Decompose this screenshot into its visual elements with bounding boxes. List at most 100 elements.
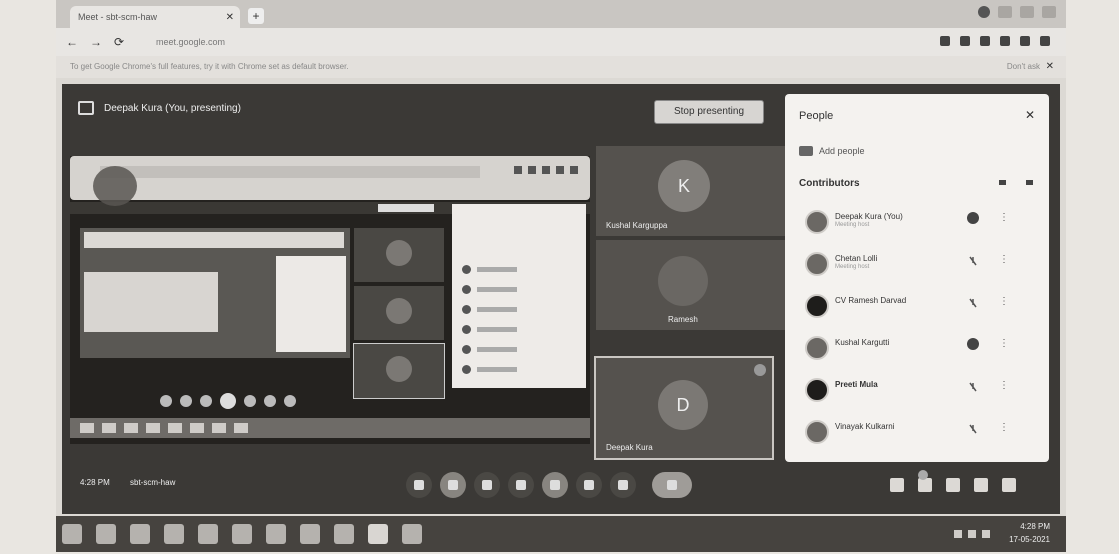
app-icon[interactable] <box>334 524 354 544</box>
close-people-icon[interactable]: ✕ <box>1025 108 1035 122</box>
info-icon[interactable] <box>890 478 904 492</box>
more-options-icon[interactable]: ⋮ <box>999 380 1009 391</box>
address-bar[interactable]: meet.google.com <box>156 34 856 50</box>
more-options-button[interactable] <box>610 472 636 498</box>
volume-icon[interactable] <box>982 530 990 538</box>
meeting-code: sbt-scm-haw <box>130 478 176 487</box>
presenting-label: Deepak Kura (You, presenting) <box>104 102 241 114</box>
participant-row[interactable]: Preeti Mula ⋮ <box>799 374 1035 402</box>
participant-row[interactable]: Vinayak Kulkarni ⋮ <box>799 416 1035 444</box>
chevron-up-icon[interactable] <box>954 530 962 538</box>
chat-icon[interactable] <box>946 478 960 492</box>
participant-avatar <box>805 252 829 276</box>
participant-tile-deepak[interactable]: D Deepak Kura <box>594 356 774 460</box>
raise-hand-button[interactable] <box>576 472 602 498</box>
windows-start-icon[interactable] <box>62 524 82 544</box>
add-people-button[interactable]: Add people <box>799 146 865 156</box>
chevron-up-icon[interactable] <box>999 180 1006 185</box>
profile-icon[interactable] <box>978 6 990 18</box>
participant-avatar <box>805 336 829 360</box>
store-icon[interactable] <box>198 524 218 544</box>
extension-icon[interactable] <box>980 36 990 46</box>
shared-people-row <box>462 284 572 294</box>
shared-people-row <box>462 264 572 274</box>
more-options-icon[interactable]: ⋮ <box>999 338 1009 349</box>
extension-icon[interactable] <box>1040 36 1050 46</box>
forward-button[interactable]: → <box>90 35 102 49</box>
participant-tile-kushal[interactable]: K Kushal Karguppa <box>596 146 786 236</box>
people-title: People <box>799 110 834 122</box>
participant-row[interactable]: Chetan Lolli Meeting host ⋮ <box>799 248 1035 276</box>
shared-icon <box>514 166 522 174</box>
shared-control <box>200 395 212 407</box>
shared-control <box>264 395 276 407</box>
more-options-icon[interactable]: ⋮ <box>999 254 1009 265</box>
app-icon[interactable] <box>266 524 286 544</box>
participant-avatar <box>805 210 829 234</box>
hand-icon <box>584 480 594 490</box>
maximize-button[interactable] <box>1020 6 1034 18</box>
desktop-screen: Meet - sbt-scm-haw ✕ + ← → ⟳ meet.google… <box>56 0 1066 552</box>
shared-tile <box>354 228 444 282</box>
collapse-icon[interactable] <box>1026 180 1033 185</box>
participant-role: Meeting host <box>835 264 870 270</box>
camera-button[interactable] <box>440 472 466 498</box>
people-count-badge <box>918 470 928 480</box>
clock[interactable]: 4:28 PM 17-05-2021 <box>1009 520 1050 546</box>
browser-toolbar: ← → ⟳ meet.google.com <box>56 28 1066 56</box>
participant-tile-ramesh[interactable]: Ramesh <box>596 240 786 330</box>
shared-icon <box>556 166 564 174</box>
new-tab-button[interactable]: + <box>248 8 264 24</box>
meeting-time: 4:28 PM <box>80 478 110 487</box>
search-icon[interactable] <box>96 524 116 544</box>
network-icon[interactable] <box>968 530 976 538</box>
infobar-dont-ask[interactable]: Don't ask <box>1007 56 1040 78</box>
shared-avatar <box>462 284 471 294</box>
file-explorer-icon[interactable] <box>164 524 184 544</box>
shared-avatar <box>386 298 412 324</box>
shared-extension-icons <box>514 166 578 174</box>
app-icon[interactable] <box>232 524 252 544</box>
participant-avatar <box>658 256 708 306</box>
extension-icon[interactable] <box>960 36 970 46</box>
participant-row[interactable]: Deepak Kura (You) Meeting host ⋮ <box>799 206 1035 234</box>
extension-icon[interactable] <box>1020 36 1030 46</box>
participant-row[interactable]: Kushal Kargutti ⋮ <box>799 332 1035 360</box>
app-icon[interactable] <box>300 524 320 544</box>
activities-icon[interactable] <box>974 478 988 492</box>
pin-icon[interactable] <box>754 364 766 376</box>
participant-row[interactable]: CV Ramesh Darvad ⋮ <box>799 290 1035 318</box>
nested-toolbar <box>84 232 344 248</box>
infobar-close-icon[interactable]: ✕ <box>1046 56 1054 78</box>
stop-presenting-button[interactable]: Stop presenting <box>654 100 764 124</box>
default-browser-infobar: To get Google Chrome's full features, tr… <box>56 56 1066 78</box>
present-screen-icon <box>78 101 94 115</box>
captions-button[interactable] <box>474 472 500 498</box>
chrome-icon[interactable] <box>368 524 388 544</box>
mic-button[interactable] <box>406 472 432 498</box>
reload-button[interactable]: ⟳ <box>114 35 124 49</box>
back-button[interactable]: ← <box>66 35 78 49</box>
tab-close-icon[interactable]: ✕ <box>226 12 234 23</box>
leave-call-button[interactable] <box>652 472 692 498</box>
more-options-icon[interactable]: ⋮ <box>999 422 1009 433</box>
emoji-button[interactable] <box>508 472 534 498</box>
shared-screen <box>70 156 590 444</box>
people-icon[interactable] <box>918 470 932 492</box>
shared-taskbar-icon <box>168 423 182 433</box>
lock-icon[interactable] <box>1002 478 1016 492</box>
extension-icon[interactable] <box>940 36 950 46</box>
browser-tab[interactable]: Meet - sbt-scm-haw ✕ <box>70 6 240 28</box>
more-options-icon[interactable]: ⋮ <box>999 296 1009 307</box>
app-icon[interactable] <box>402 524 422 544</box>
shared-control <box>160 395 172 407</box>
extension-icon[interactable] <box>1000 36 1010 46</box>
close-window-button[interactable] <box>1042 6 1056 18</box>
shared-control <box>284 395 296 407</box>
more-options-icon[interactable]: ⋮ <box>999 212 1009 223</box>
edge-icon[interactable] <box>130 524 150 544</box>
browser-titlebar: Meet - sbt-scm-haw ✕ + <box>56 0 1066 28</box>
minimize-button[interactable] <box>998 6 1012 18</box>
shared-address-bar <box>100 166 480 178</box>
present-button[interactable] <box>542 472 568 498</box>
